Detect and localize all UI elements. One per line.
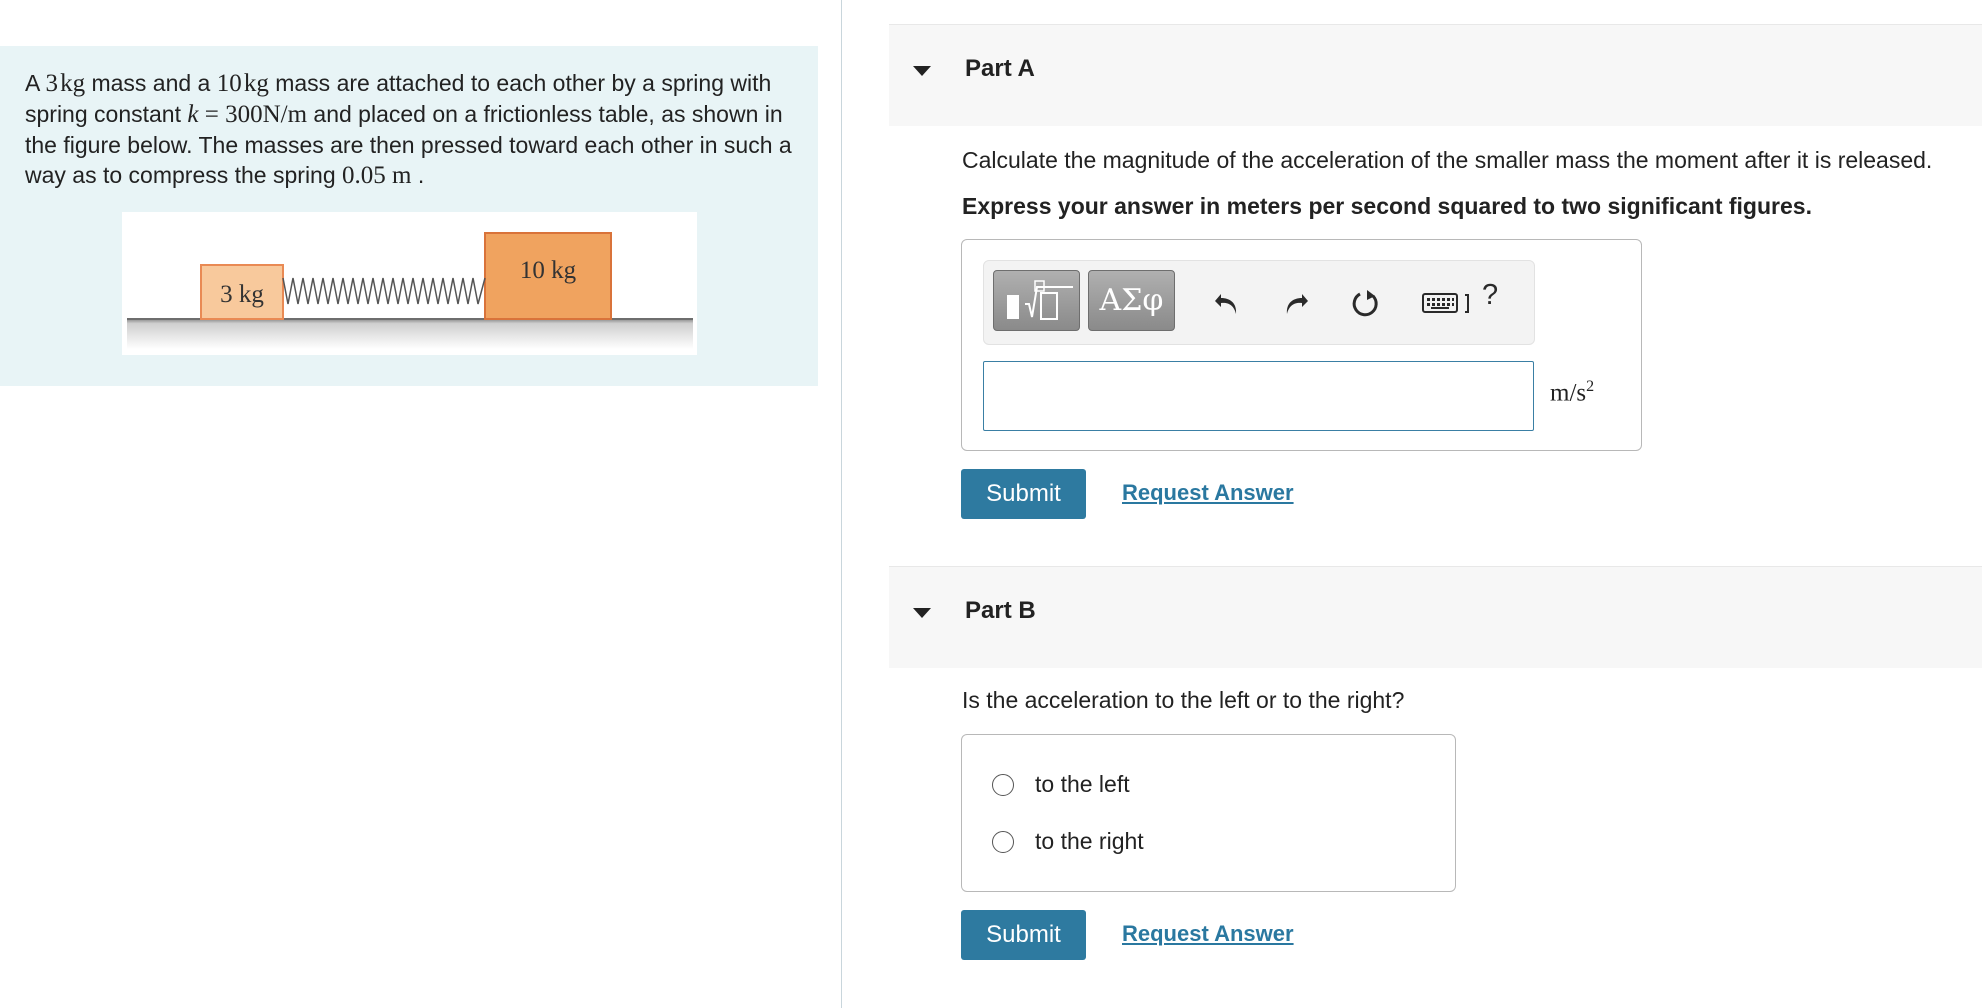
part-a-request-answer-link[interactable]: Request Answer	[1122, 480, 1294, 506]
part-b-question: Is the acceleration to the left or to th…	[962, 687, 1405, 713]
part-a-question: Calculate the magnitude of the accelerat…	[962, 147, 1933, 173]
answer-units: m/s2	[1550, 378, 1595, 407]
reset-icon[interactable]	[1344, 281, 1388, 325]
part-b-title: Part B	[965, 597, 1036, 624]
help-button[interactable]: ?	[1482, 279, 1498, 312]
radio-button[interactable]	[992, 830, 1014, 853]
templates-icon	[1007, 280, 1073, 320]
keyboard-icon[interactable]	[1417, 281, 1477, 325]
part-a-header[interactable]: Part A	[889, 24, 1982, 126]
part-a-instruction: Express your answer in meters per second…	[962, 193, 1812, 219]
part-b-header[interactable]: Part B	[889, 566, 1982, 668]
choice-label: to the left	[1035, 771, 1130, 797]
collapse-caret-icon[interactable]	[913, 66, 931, 76]
part-a-title: Part A	[965, 55, 1035, 82]
math-toolbar: ΑΣφ ?	[983, 260, 1535, 345]
math-compression: 0.05 m	[342, 162, 412, 189]
small-mass-label: 3 kg	[220, 281, 264, 308]
problem-pane: A 3 kg mass and a 10 kg mass are attache…	[0, 0, 841, 1008]
math-spring-constant: k = 300N/m	[187, 101, 308, 128]
collapse-caret-icon[interactable]	[913, 608, 931, 618]
problem-statement-box: A 3 kg mass and a 10 kg mass are attache…	[0, 46, 818, 386]
part-a-submit-button[interactable]: Submit	[961, 469, 1086, 519]
answer-input[interactable]	[983, 361, 1534, 431]
choice-to-the-left[interactable]: to the left	[992, 771, 1130, 798]
redo-icon[interactable]	[1274, 281, 1318, 325]
symbols-button[interactable]: ΑΣφ	[1088, 270, 1175, 331]
compressed-spring	[282, 277, 486, 305]
radio-button[interactable]	[992, 773, 1014, 796]
figure-drawing: 3 kg 10 kg	[127, 232, 693, 349]
templates-button[interactable]	[993, 270, 1080, 331]
choice-label: to the right	[1035, 828, 1144, 854]
problem-text: A 3 kg mass and a 10 kg mass are attache…	[25, 68, 805, 191]
answer-entry-box: ΑΣφ ? m/s2	[961, 239, 1642, 451]
problem-text-segment: .	[411, 162, 425, 188]
math-mass-large: 10 kg	[216, 70, 269, 97]
spring-mass-figure: 3 kg 10 kg	[122, 212, 697, 355]
choice-to-the-right[interactable]: to the right	[992, 828, 1144, 855]
problem-text-segment: A	[25, 70, 46, 96]
pane-divider	[841, 0, 842, 1008]
undo-icon[interactable]	[1205, 281, 1249, 325]
answer-choices: to the left to the right	[961, 734, 1456, 892]
part-b-submit-button[interactable]: Submit	[961, 910, 1086, 960]
part-b-request-answer-link[interactable]: Request Answer	[1122, 921, 1294, 947]
large-mass-label: 10 kg	[520, 257, 577, 284]
problem-text-segment: mass and a	[85, 70, 217, 96]
table-surface	[127, 319, 693, 349]
math-mass-small: 3 kg	[45, 70, 86, 97]
